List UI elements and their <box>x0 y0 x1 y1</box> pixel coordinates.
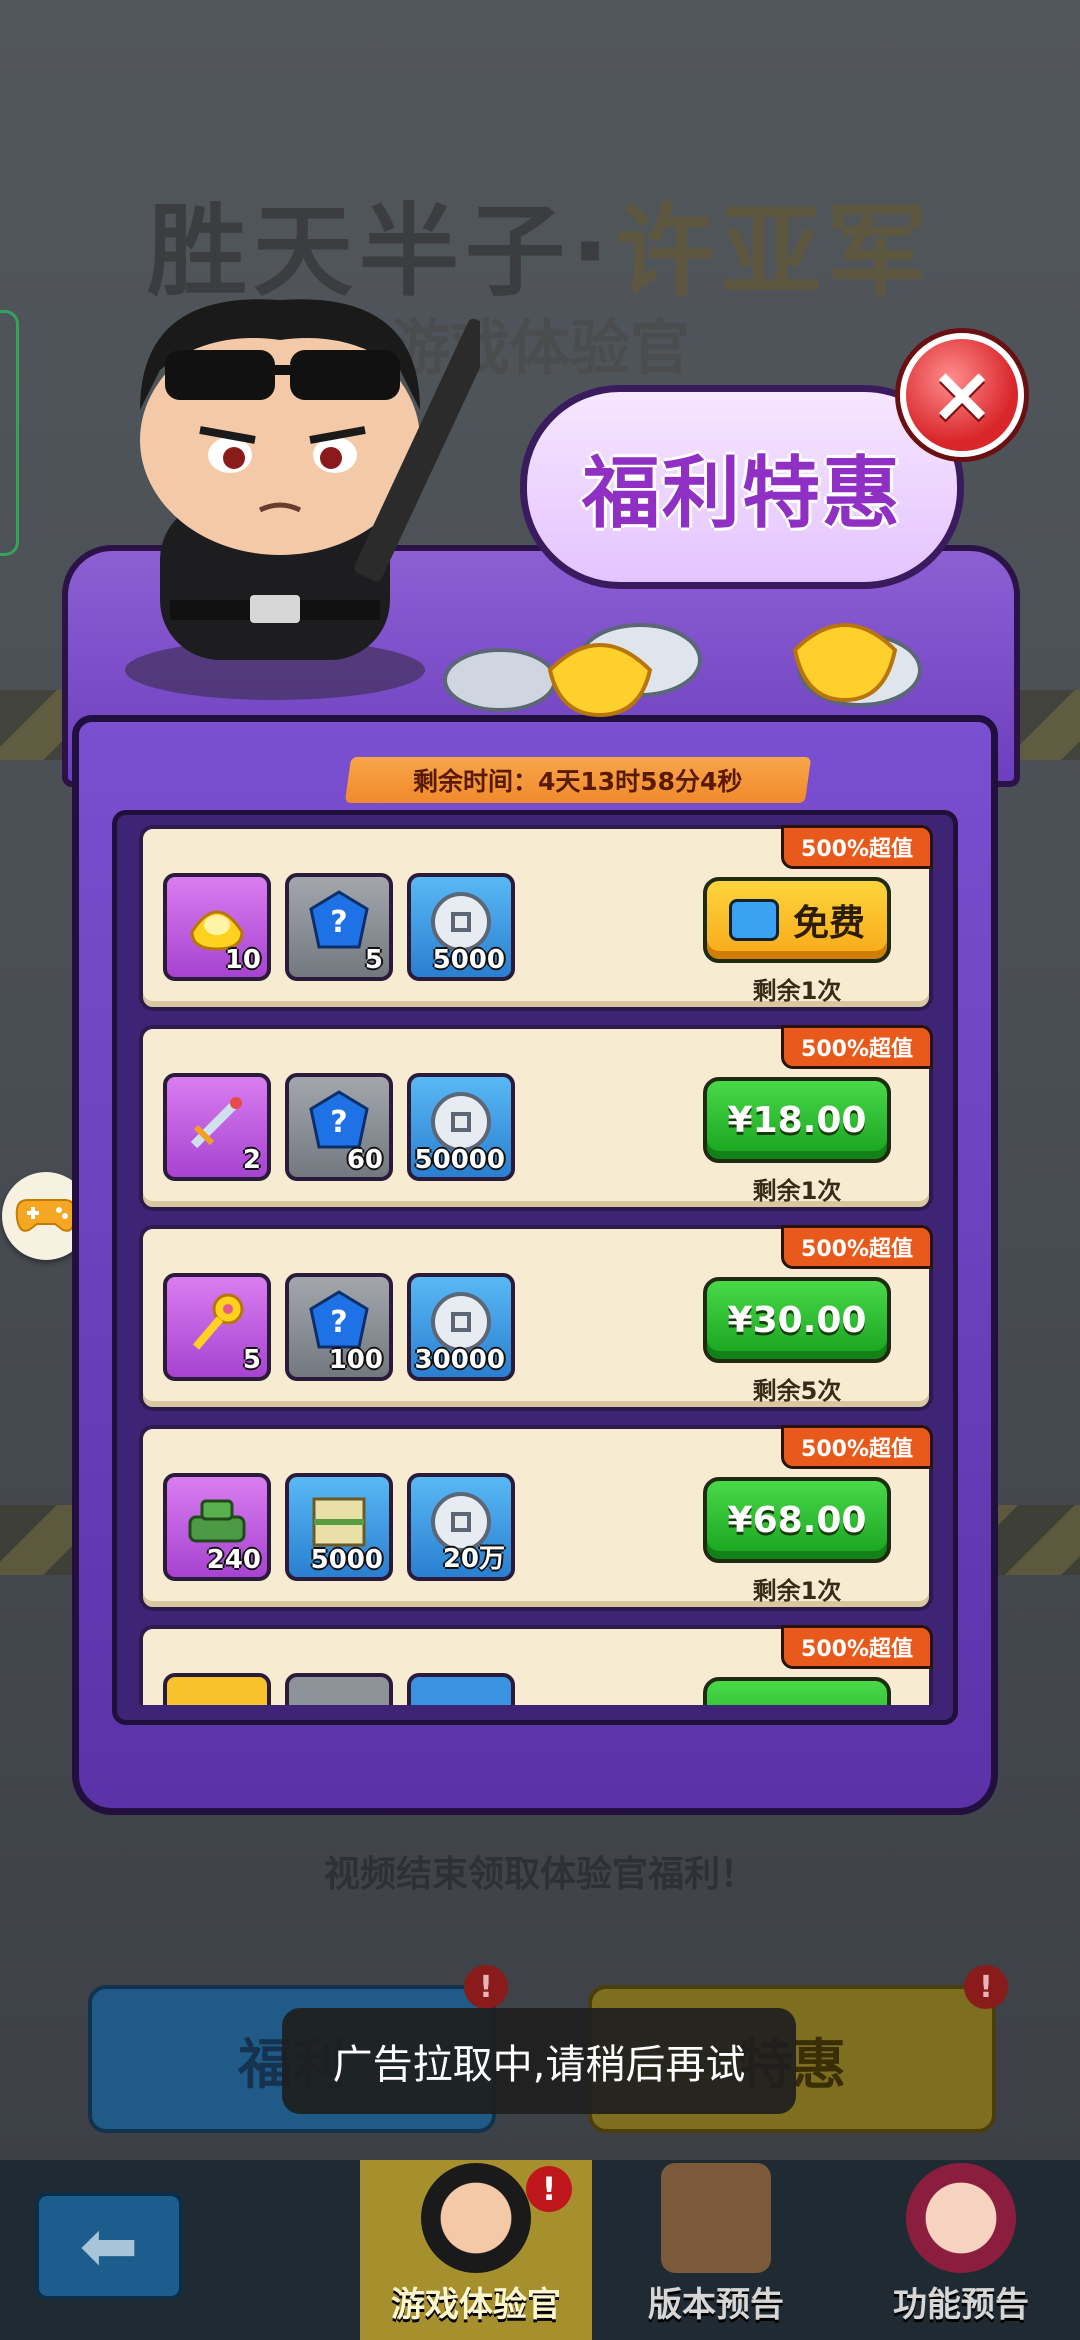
pack-card: 500%超值 240 5000 20万 ¥68.00 剩余1次 <box>139 1425 933 1611</box>
item-quantity: 5 <box>364 945 383 975</box>
item-quantity: 60 <box>346 1145 383 1175</box>
close-icon: × <box>929 350 995 440</box>
reward-item[interactable]: 5 <box>163 1273 271 1381</box>
house-icon <box>661 2163 771 2273</box>
reward-item[interactable] <box>163 1673 271 1705</box>
character-avatar-icon <box>421 2163 531 2273</box>
reward-item[interactable]: 2 <box>163 1073 271 1181</box>
reward-item[interactable]: 10 <box>163 873 271 981</box>
item-quantity: 100 <box>328 1345 383 1375</box>
value-tag: 500%超值 <box>781 1625 933 1669</box>
reward-item[interactable]: 20万 <box>407 1473 515 1581</box>
item-quantity: 5 <box>242 1345 261 1375</box>
alert-badge: ! <box>964 1965 1008 2009</box>
welfare-popup: 剩余时间：4天13时58分4秒 500%超值 10? 5 5000 免费 剩余1次 500%… <box>62 545 1020 1815</box>
reward-item[interactable]: 240 <box>163 1473 271 1581</box>
reward-item[interactable]: 5000 <box>407 873 515 981</box>
pack-list[interactable]: 500%超值 10? 5 5000 免费 剩余1次 500%超值 2? 60 50000 ¥18.0… <box>139 825 933 1705</box>
tab-game-experience[interactable]: 游戏体验官 ! <box>360 2160 592 2340</box>
reward-item[interactable]: ? 100 <box>285 1273 393 1381</box>
pack-card: 500%超值 5? 100 30000 ¥30.00 剩余5次 <box>139 1225 933 1411</box>
reward-item[interactable]: ? 5 <box>285 873 393 981</box>
welfare-speech-bubble: 福利特惠 <box>520 385 964 589</box>
svg-text:?: ? <box>330 1305 347 1340</box>
alert-badge: ! <box>526 2166 572 2212</box>
item-quantity: 20万 <box>442 1544 505 1574</box>
reward-item[interactable]: 50000 <box>407 1073 515 1181</box>
hero-character <box>125 299 480 700</box>
item-quantity: 5000 <box>310 1545 383 1575</box>
girl-avatar-icon <box>906 2163 1016 2273</box>
sword-icon <box>190 1097 242 1149</box>
video-ad-icon <box>728 899 779 941</box>
buy-button[interactable]: ¥30.00 <box>703 1277 891 1363</box>
buy-button[interactable]: ¥68.00 <box>703 1477 891 1563</box>
value-tag: 500%超值 <box>781 1025 933 1069</box>
pack-card: 500%超值 2? 60 50000 ¥18.00 剩余1次 <box>139 1025 933 1211</box>
blue-gem-icon: ? <box>309 890 369 949</box>
reward-item[interactable] <box>407 1673 515 1705</box>
reward-item[interactable] <box>285 1673 393 1705</box>
value-tag: 500%超值 <box>781 1425 933 1469</box>
item-quantity: 10 <box>224 945 261 975</box>
item-quantity: 30000 <box>414 1345 505 1375</box>
item-quantity: 240 <box>206 1545 261 1575</box>
buy-button[interactable]: ¥18.00 <box>703 1077 891 1163</box>
background-desc: 视频结束领取体验官福利！ <box>323 1854 756 1895</box>
svg-text:?: ? <box>330 1105 347 1140</box>
item-quantity: 5000 <box>432 945 505 975</box>
back-button[interactable]: ⬅ <box>35 2192 183 2300</box>
free-claim-button[interactable]: 免费 <box>703 877 891 963</box>
coin-pile <box>443 623 922 718</box>
close-button[interactable]: × <box>900 333 1024 457</box>
item-quantity: 50000 <box>414 1145 505 1175</box>
countdown-timer: 剩余时间：4天13时58分4秒 <box>344 757 812 803</box>
remaining-count: 剩余1次 <box>752 1577 842 1605</box>
tab-version-preview[interactable]: 版本预告 <box>600 2160 832 2340</box>
value-tag: 500%超值 <box>781 1225 933 1269</box>
reward-item[interactable]: 30000 <box>407 1273 515 1381</box>
side-tab[interactable] <box>0 310 19 556</box>
pack-card: 500%超值 10? 5 5000 免费 剩余1次 <box>139 825 933 1011</box>
bottom-nav: ⬅ 游戏体验官 ! 版本预告 功能预告 <box>0 2160 1080 2340</box>
toast-message: 广告拉取中,请稍后再试 <box>282 2008 796 2114</box>
value-tag: 500%超值 <box>781 825 933 869</box>
pack-list-frame: 500%超值 10? 5 5000 免费 剩余1次 500%超值 2? 60 50000 ¥18.0… <box>112 810 958 1725</box>
svg-text:?: ? <box>330 905 347 940</box>
reward-item[interactable]: 5000 <box>285 1473 393 1581</box>
remaining-count: 剩余5次 <box>752 1377 842 1405</box>
alert-badge: ! <box>464 1965 508 2009</box>
arrow-left-icon: ⬅ <box>79 2205 139 2287</box>
item-quantity: 2 <box>242 1145 261 1175</box>
remaining-count: 剩余1次 <box>752 977 842 1005</box>
reward-item[interactable]: ? 60 <box>285 1073 393 1181</box>
pack-card: 500%超值 <box>139 1625 933 1705</box>
buy-button[interactable] <box>703 1677 891 1705</box>
tab-feature-preview[interactable]: 功能预告 <box>845 2160 1077 2340</box>
golden-key-icon <box>192 1293 244 1350</box>
gamepad-icon <box>15 1199 77 1232</box>
remaining-count: 剩余1次 <box>752 1177 842 1205</box>
